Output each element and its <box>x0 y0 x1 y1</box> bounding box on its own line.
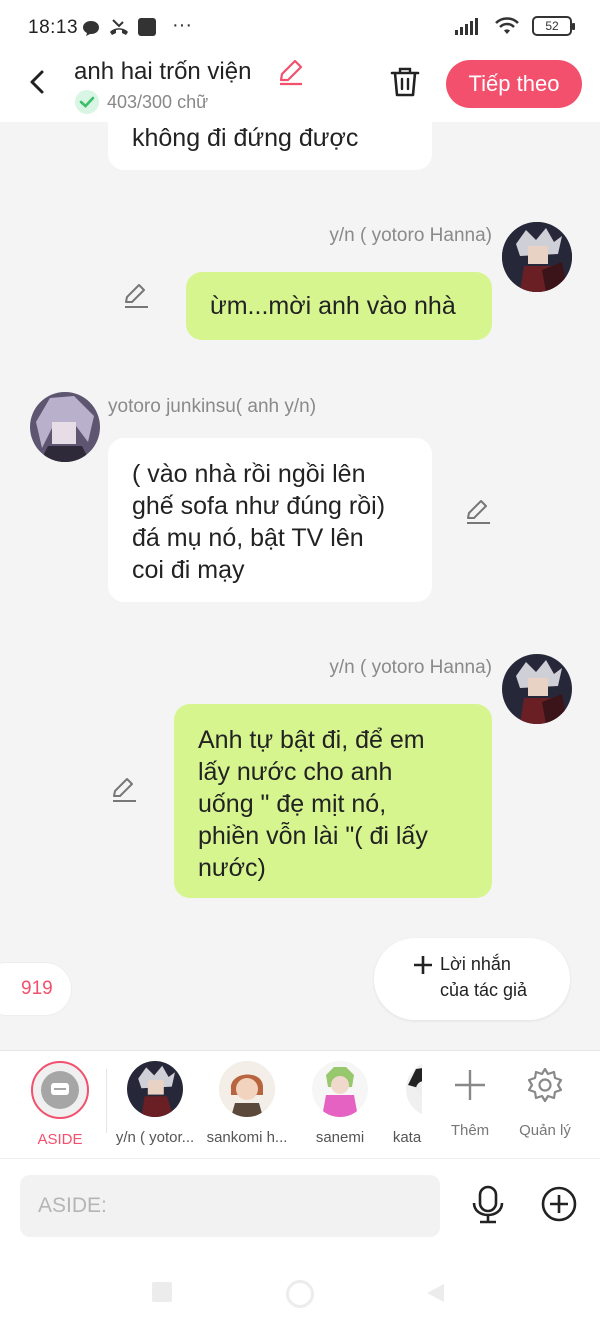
back-nav-icon[interactable] <box>424 1282 446 1304</box>
avatar <box>127 1061 183 1117</box>
chat-area[interactable]: không đi đứng được y/n ( yotoro Hanna) ừ… <box>0 122 600 1050</box>
message-bubble[interactable]: Anh tự bật đi, để em lấy nước cho anh uố… <box>174 704 492 898</box>
wifi-icon <box>495 17 519 34</box>
message-text-line: phiền vỗn lài "( đi lấy <box>198 822 428 850</box>
character-label: sankomi h... <box>206 1129 288 1146</box>
chat-notification-icon <box>83 21 99 36</box>
author-note-button[interactable]: Lời nhắn của tác giả <box>374 938 570 1020</box>
message-input[interactable] <box>20 1175 440 1237</box>
message-bubble[interactable]: không đi đứng được <box>108 122 432 170</box>
character-label: y/n ( yotor... <box>115 1129 195 1146</box>
plus-icon <box>414 956 432 974</box>
manage-characters-button[interactable]: Quản lý <box>510 1065 580 1139</box>
story-title: anh hai trốn viện <box>74 58 252 85</box>
missed-call-icon <box>110 19 128 35</box>
word-count: 403/300 chữ <box>107 92 209 112</box>
character-label: sanemi <box>315 1129 365 1146</box>
avatar <box>219 1061 275 1117</box>
recent-apps-button[interactable] <box>152 1282 172 1302</box>
edit-message-icon[interactable] <box>110 776 138 804</box>
home-button[interactable] <box>286 1280 314 1308</box>
add-character-label: Thêm <box>450 1122 490 1139</box>
message-sender: y/n ( yotoro Hanna) <box>329 657 492 678</box>
character-label: ASIDE <box>37 1131 83 1148</box>
chat-bubble-icon <box>51 1083 69 1095</box>
check-circle-icon <box>75 90 99 114</box>
system-nav-bar <box>0 1258 600 1333</box>
divider <box>106 1069 107 1133</box>
app-notification-icon <box>138 18 156 36</box>
gear-icon <box>527 1067 563 1103</box>
add-character-button[interactable]: Thêm <box>435 1065 505 1139</box>
character-item[interactable]: sanemi <box>310 1061 370 1146</box>
message-text-line: Anh tự bật đi, để em <box>198 726 425 754</box>
message-text-line: lấy nước cho anh <box>198 758 393 786</box>
message-text-line: nước) <box>198 854 266 882</box>
next-button[interactable]: Tiếp theo <box>446 60 582 108</box>
avatar[interactable] <box>502 654 572 724</box>
more-notifications-icon: ··· <box>172 14 192 36</box>
app-header: anh hai trốn viện 403/300 chữ Tiếp theo <box>0 56 600 122</box>
message-count-badge[interactable]: 919 <box>0 962 72 1016</box>
message-text-line: coi đi mạy <box>132 556 245 584</box>
battery-icon: 52 <box>532 16 575 36</box>
add-circle-icon[interactable] <box>540 1185 578 1223</box>
plus-icon <box>455 1070 485 1100</box>
message-text-line: ghế sofa như đúng rồi) <box>132 492 386 520</box>
message-text-line: uống " đẹ mịt nó, <box>198 790 387 818</box>
character-aside[interactable]: ASIDE <box>30 1061 90 1148</box>
signal-icon <box>455 18 478 35</box>
avatar[interactable] <box>30 392 100 462</box>
message-text: ừm...mời anh vào nhà <box>210 292 456 320</box>
edit-message-icon[interactable] <box>122 282 150 310</box>
input-bar <box>0 1158 600 1258</box>
avatar <box>406 1061 422 1117</box>
microphone-icon[interactable] <box>470 1185 506 1225</box>
status-indicators: 52 <box>454 16 575 36</box>
status-bar: 18:13 ··· 52 <box>0 0 600 56</box>
message-bubble[interactable]: ( vào nhà rồi ngồi lên ghế sofa như đúng… <box>108 438 432 602</box>
message-text: không đi đứng được <box>132 124 359 152</box>
message-text-line: đá mụ nó, bật TV lên <box>132 524 364 552</box>
character-label: kata <box>392 1129 422 1146</box>
author-note-label: Lời nhắn <box>440 954 511 974</box>
avatar[interactable] <box>502 222 572 292</box>
message-text-line: ( vào nhà rồi ngồi lên <box>132 460 366 488</box>
message-sender: y/n ( yotoro Hanna) <box>329 225 492 246</box>
manage-characters-label: Quản lý <box>519 1122 571 1139</box>
message-bubble[interactable]: ừm...mời anh vào nhà <box>186 272 492 340</box>
character-item[interactable]: kata <box>392 1061 422 1146</box>
character-bar: ASIDE y/n ( yotor... sankomi h... sanemi… <box>0 1050 600 1158</box>
edit-title-icon[interactable] <box>276 58 304 86</box>
character-item[interactable]: y/n ( yotor... <box>112 1061 198 1146</box>
aside-avatar <box>31 1061 89 1119</box>
trash-icon[interactable] <box>388 65 422 99</box>
message-sender: yotoro junkinsu( anh y/n) <box>108 396 317 417</box>
avatar <box>312 1061 368 1117</box>
back-arrow-icon[interactable] <box>22 66 54 98</box>
edit-message-icon[interactable] <box>464 498 492 526</box>
author-note-label: của tác giả <box>440 980 528 1000</box>
character-item[interactable]: sankomi h... <box>206 1061 288 1146</box>
status-time: 18:13 <box>28 17 79 38</box>
